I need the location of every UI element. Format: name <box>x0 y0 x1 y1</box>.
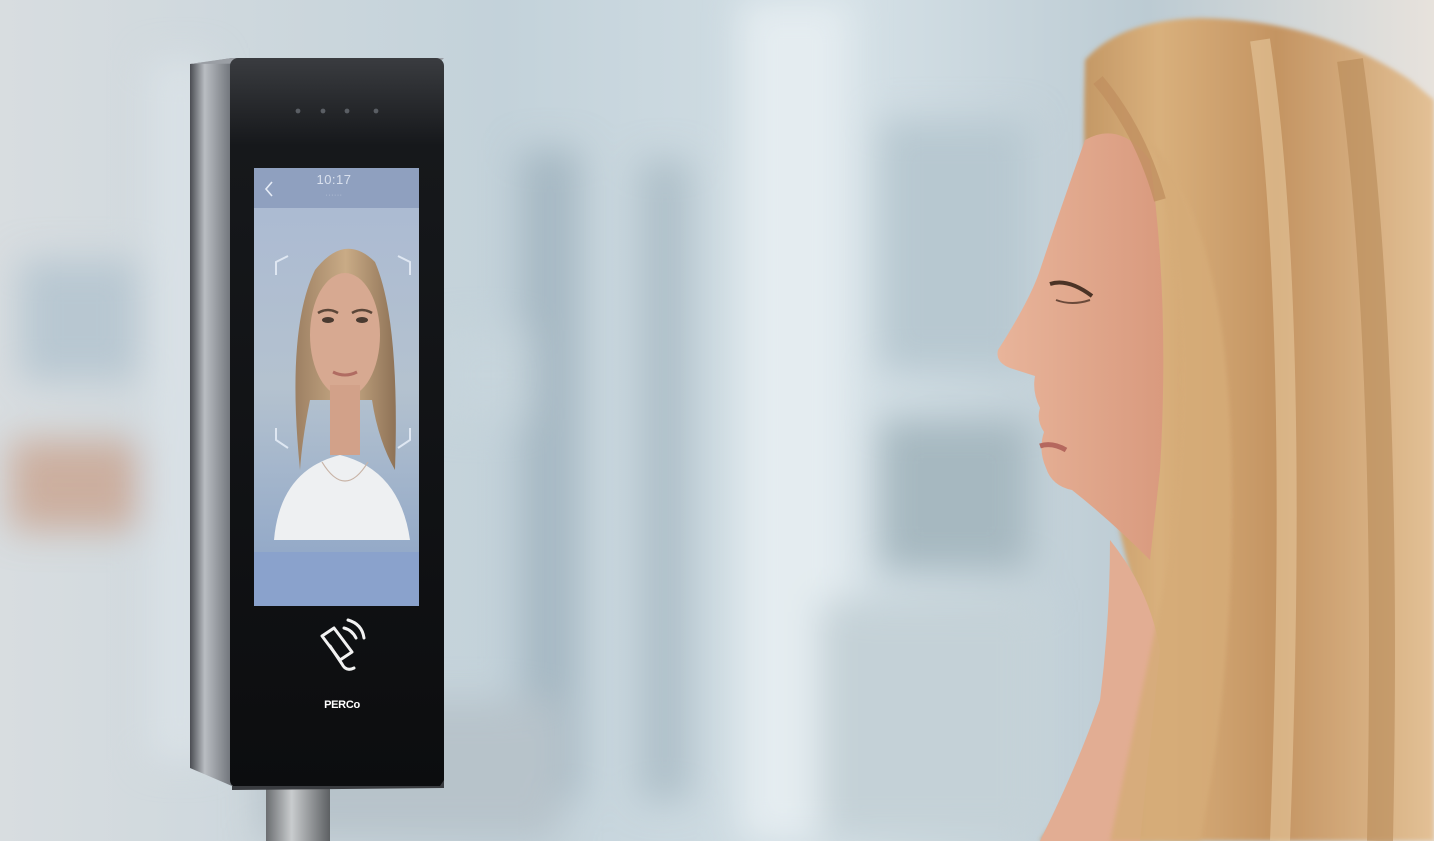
photo-illustration <box>0 0 1434 841</box>
screen-date: ······ <box>296 192 372 199</box>
photo-scene: 10:17 ······ PERCo <box>0 0 1434 841</box>
brand-logo: PERCo <box>322 699 362 711</box>
device-screen <box>254 168 419 606</box>
screen-time: 10:17 <box>296 172 372 187</box>
face-recognition-terminal <box>190 58 444 790</box>
